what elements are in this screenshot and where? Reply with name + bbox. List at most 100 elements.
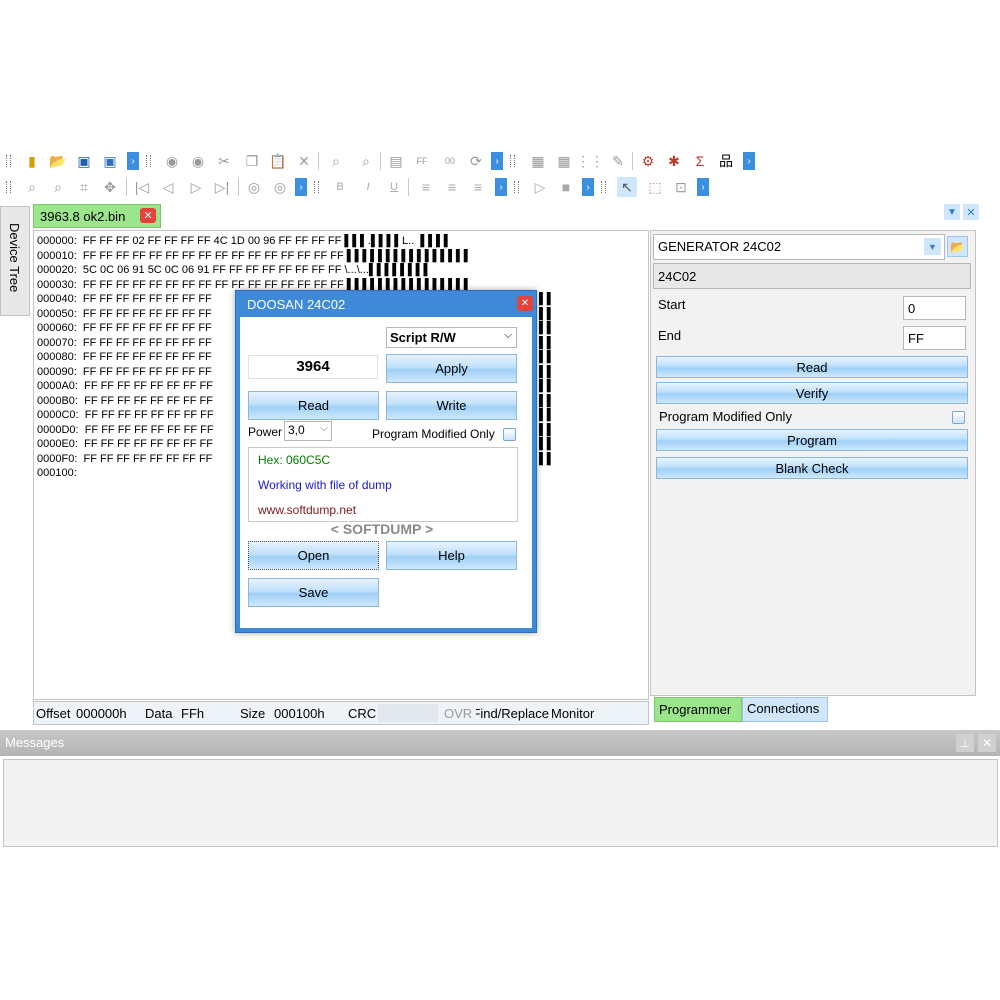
dialog-close-icon[interactable]: ✕	[517, 296, 533, 311]
toolbar-more-button[interactable]: ›	[495, 178, 507, 196]
align-right-icon[interactable]: ≡	[468, 177, 488, 197]
size-value: 000100h	[274, 706, 325, 721]
select-icon[interactable]: ⬚	[645, 177, 665, 197]
find-replace-status[interactable]: Find/Replace	[476, 706, 549, 721]
tab-programmer[interactable]: Programmer	[654, 697, 742, 722]
back-icon[interactable]: ◎	[244, 177, 264, 197]
save-icon[interactable]: ▣	[74, 151, 94, 171]
ascii-cell: ▌▌	[539, 365, 555, 378]
end-input[interactable]: FF	[903, 326, 966, 350]
ascii-cell: ▌▌	[539, 409, 555, 421]
undo-icon[interactable]: ◉	[162, 151, 182, 171]
pin-icon[interactable]: ⊥	[956, 734, 974, 752]
toolbar-more-button[interactable]: ›	[697, 178, 709, 196]
save-button[interactable]: Save	[248, 578, 379, 607]
device-name-value: 24C02	[658, 269, 697, 284]
frame-icon[interactable]: ⊡	[671, 177, 691, 197]
program-button[interactable]: Program	[656, 429, 968, 451]
dialog-modified-only-checkbox[interactable]	[503, 428, 516, 441]
underline-icon[interactable]: U	[384, 177, 404, 197]
tab-connections[interactable]: Connections	[742, 697, 828, 722]
align-left-icon[interactable]: ≡	[416, 177, 436, 197]
forward-icon[interactable]: ◎	[270, 177, 290, 197]
copy-icon[interactable]: ❐	[242, 151, 262, 171]
close-tab-icon[interactable]: ✕	[140, 208, 156, 223]
offset-label: Offset	[36, 706, 71, 721]
open-folder-icon[interactable]: 📂	[48, 151, 68, 171]
network-icon[interactable]: 品	[716, 151, 736, 171]
find-icon[interactable]: ⌕	[326, 151, 346, 171]
verify-button[interactable]: Verify	[656, 382, 968, 404]
dialog-title: DOOSAN 24C02	[247, 297, 346, 312]
read-button[interactable]: Read	[656, 356, 968, 378]
italic-icon[interactable]: I	[358, 177, 378, 197]
device-open-icon[interactable]: 📂	[947, 236, 968, 257]
blank-check-button[interactable]: Blank Check	[656, 457, 968, 479]
next-icon[interactable]: ▷	[186, 177, 206, 197]
document-icon[interactable]: ▤	[386, 151, 406, 171]
chevron-down-icon[interactable]: ▼	[944, 204, 960, 220]
stop-icon[interactable]: ■	[556, 177, 576, 197]
refresh-icon[interactable]: ⟳	[466, 151, 486, 171]
bug-icon[interactable]: ✱	[664, 151, 684, 171]
close-icon[interactable]: ✕	[963, 204, 979, 220]
toolbar-more-button[interactable]: ›	[127, 152, 139, 170]
grid-icon[interactable]: ⋮⋮	[576, 151, 604, 171]
start-input[interactable]: 0	[903, 296, 966, 320]
cut-icon[interactable]: ✂	[214, 151, 234, 171]
status-bar: Offset 000000h Data FFh Size 000100h CRC…	[33, 701, 649, 725]
prev-icon[interactable]: ◁	[158, 177, 178, 197]
start-label: Start	[658, 297, 686, 312]
sum-icon[interactable]: Σ	[690, 151, 710, 171]
apply-button[interactable]: Apply	[386, 354, 517, 383]
device-tree-tab[interactable]: Device Tree	[0, 206, 30, 316]
toolbar-grip[interactable]	[314, 181, 319, 193]
toolbar-grip[interactable]	[146, 155, 151, 167]
zoom-in-icon[interactable]: ⌕	[22, 177, 42, 197]
open-button[interactable]: Open	[248, 541, 379, 570]
zoom-out-icon[interactable]: ⌕	[48, 177, 68, 197]
fit-icon[interactable]: ⌗	[74, 177, 94, 197]
redo-icon[interactable]: ◉	[188, 151, 208, 171]
dialog-read-button[interactable]: Read	[248, 391, 379, 420]
play-icon[interactable]: ▷	[530, 177, 550, 197]
align-center-icon[interactable]: ≡	[442, 177, 462, 197]
dialog-write-button[interactable]: Write	[386, 391, 517, 420]
paste-block-icon[interactable]: ▦	[554, 151, 574, 171]
toolbar-grip[interactable]	[601, 181, 606, 193]
first-icon[interactable]: |◁	[132, 177, 152, 197]
toolbar-more-button[interactable]: ›	[491, 152, 503, 170]
scripts-icon[interactable]: ⚙	[638, 151, 658, 171]
move-icon[interactable]: ✥	[100, 177, 120, 197]
program-modified-only-checkbox[interactable]	[952, 411, 965, 424]
chevron-down-icon[interactable]: ▼	[924, 238, 941, 255]
script-select[interactable]: Script R/W ⌵	[386, 327, 517, 348]
last-icon[interactable]: ▷|	[212, 177, 232, 197]
fill-ff-icon[interactable]: FF	[412, 151, 432, 171]
power-select[interactable]: 3,0 ⌵	[284, 421, 332, 441]
toolbar-grip[interactable]	[510, 155, 515, 167]
copy-block-icon[interactable]: ▦	[528, 151, 548, 171]
fill-00-icon[interactable]: 00	[440, 151, 460, 171]
device-select[interactable]: GENERATOR 24C02 ▼	[653, 234, 945, 260]
new-chip-icon[interactable]: ▮	[22, 151, 42, 171]
paste-icon[interactable]: 📋	[268, 151, 288, 171]
delete-icon[interactable]: ✕	[294, 151, 314, 171]
messages-header: Messages ⊥ ✕	[0, 730, 1000, 756]
toolbar-grip[interactable]	[6, 181, 11, 193]
toolbar-more-button[interactable]: ›	[743, 152, 755, 170]
replace-icon[interactable]: ⌕	[356, 151, 376, 171]
save-as-icon[interactable]: ▣	[100, 151, 120, 171]
help-button[interactable]: Help	[386, 541, 517, 570]
close-messages-icon[interactable]: ✕	[978, 734, 996, 752]
file-tab[interactable]: 3963.8 ok2.bin ✕	[33, 204, 161, 228]
toolbar-more-button[interactable]: ›	[582, 178, 594, 196]
toolbar-more-button[interactable]: ›	[295, 178, 307, 196]
messages-area[interactable]	[3, 759, 998, 847]
edit-icon[interactable]: ✎	[608, 151, 628, 171]
toolbar-grip[interactable]	[514, 181, 519, 193]
pointer-icon[interactable]: ↖	[617, 177, 637, 197]
toolbar-grip[interactable]	[6, 155, 11, 167]
monitor-status[interactable]: Monitor	[551, 706, 595, 721]
bold-icon[interactable]: B	[330, 177, 350, 197]
